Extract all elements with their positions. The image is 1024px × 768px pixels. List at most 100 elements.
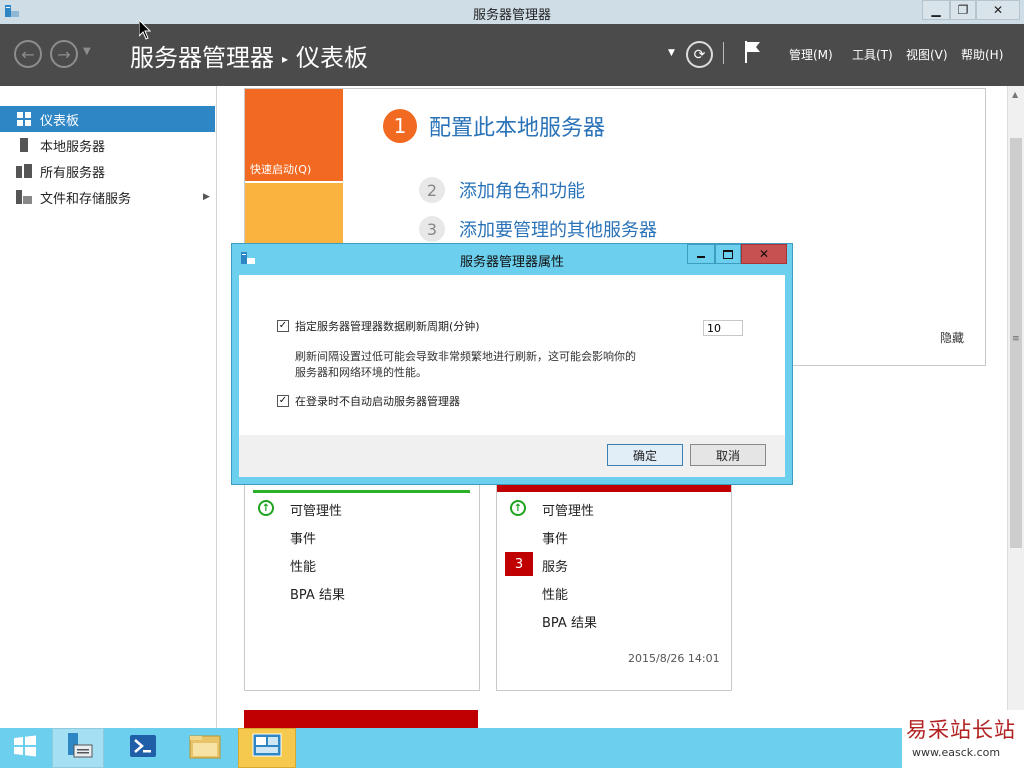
server-tile-card-2: ↑ 可管理性 事件 3 服务 性能 BPA 结果 2015/8/26 14:01 — [496, 476, 732, 691]
server-tile-card-1: ↑ 可管理性 事件 性能 BPA 结果 — [244, 476, 480, 691]
step-number-badge: 3 — [419, 216, 445, 242]
menu-tools[interactable]: 工具(T) — [852, 46, 893, 63]
step-add-roles-features[interactable]: 2 添加角色和功能 — [419, 177, 585, 203]
expand-arrow-icon[interactable]: ▶ — [203, 192, 210, 202]
quick-start-label: 快速启动(Q) — [250, 163, 312, 176]
dialog-maximize-button[interactable] — [715, 244, 741, 264]
step-label: 配置此本地服务器 — [429, 116, 606, 141]
storage-icon — [16, 189, 32, 205]
step-number-badge: 2 — [419, 177, 445, 203]
history-dropdown-icon[interactable]: ▼ — [83, 46, 91, 57]
taskbar-file-explorer[interactable] — [180, 728, 230, 768]
start-button[interactable] — [0, 728, 50, 768]
minimize-button[interactable]: ▁ — [922, 0, 950, 20]
server-manager-icon — [62, 731, 94, 765]
folder-icon — [189, 733, 221, 763]
mouse-cursor-icon — [138, 18, 152, 44]
sidebar-item-file-storage[interactable]: 文件和存储服务 ▶ — [0, 184, 215, 210]
scroll-up-icon[interactable]: ▲ — [1012, 90, 1018, 99]
step-configure-local-server[interactable]: 1 配置此本地服务器 — [383, 109, 605, 143]
refresh-button[interactable]: ⟳ — [686, 41, 713, 68]
hide-link[interactable]: 隐藏 — [940, 329, 964, 346]
taskbar-control-panel[interactable] — [238, 728, 296, 768]
sidebar-item-all-servers[interactable]: 所有服务器 — [0, 158, 215, 184]
tile-row-manageability[interactable]: 可管理性 — [290, 500, 342, 519]
dialog-body: ✓ 指定服务器管理器数据刷新周期(分钟) 刷新间隔设置过低可能会导致非常频繁地进… — [239, 275, 785, 435]
whats-new-tile[interactable] — [245, 183, 343, 247]
server-tile-card-3-header — [244, 710, 478, 728]
scroll-thumb-grip-icon: ≡ — [1012, 334, 1020, 344]
close-icon: ✕ — [758, 247, 770, 261]
menu-manage[interactable]: 管理(M) — [789, 46, 833, 63]
manageability-ok-icon: ↑ — [510, 500, 526, 516]
step-number-badge: 1 — [383, 109, 417, 143]
server-icon — [16, 137, 32, 153]
maximize-icon — [723, 249, 733, 259]
sidebar-item-dashboard[interactable]: 仪表板 — [0, 106, 215, 132]
tile-row-manageability[interactable]: 可管理性 — [542, 500, 594, 519]
sidebar-item-label: 所有服务器 — [40, 165, 106, 181]
tile-row-bpa-results[interactable]: BPA 结果 — [542, 612, 597, 631]
control-panel-icon — [252, 733, 282, 763]
sidebar-item-label: 文件和存储服务 — [40, 191, 132, 207]
back-button[interactable]: ← — [14, 40, 42, 68]
tile-row-performance[interactable]: 性能 — [542, 584, 568, 603]
menu-view[interactable]: 视图(V) — [906, 46, 948, 63]
dialog-footer: 确定 取消 — [239, 435, 785, 477]
tile-status-bar — [253, 490, 470, 493]
watermark-title: 易采站长站 — [906, 718, 1016, 742]
menu-help[interactable]: 帮助(H) — [961, 46, 1003, 63]
restore-button[interactable]: ❐ — [950, 0, 976, 20]
properties-dialog: 服务器管理器属性 ✕ ✓ 指定服务器管理器数据刷新周期(分钟) 刷新间隔设置过低… — [231, 243, 793, 485]
breadcrumb-current: 仪表板 — [296, 44, 369, 72]
cancel-button[interactable]: 取消 — [690, 444, 766, 466]
tile-row-bpa-results[interactable]: BPA 结果 — [290, 584, 345, 603]
windows-logo-icon — [13, 734, 37, 762]
refresh-period-input[interactable] — [703, 320, 743, 336]
sidebar: 仪表板 本地服务器 所有服务器 文件和存储服务 ▶ — [0, 86, 217, 728]
ok-button[interactable]: 确定 — [607, 444, 683, 466]
separator — [723, 42, 724, 64]
sidebar-item-label: 仪表板 — [40, 113, 80, 129]
watermark-url: www.easck.com — [912, 746, 1001, 759]
tile-row-services[interactable]: 服务 — [542, 556, 568, 575]
servers-icon — [16, 163, 32, 179]
step-label: 添加角色和功能 — [459, 181, 585, 202]
step-label: 添加要管理的其他服务器 — [459, 220, 657, 241]
quick-start-tile[interactable]: 快速启动(Q) — [245, 89, 343, 181]
nav-header: ← → ▼ 服务器管理器 ▸ 仪表板 ▼ ⟳ 管理(M) 工具(T) 视图(V) 帮… — [0, 24, 1024, 86]
dropdown-icon[interactable]: ▼ — [668, 48, 675, 58]
powershell-icon — [130, 735, 156, 761]
taskbar: 易采站长站 www.easck.com — [0, 710, 1024, 768]
breadcrumb-root[interactable]: 服务器管理器 — [130, 44, 274, 72]
dialog-close-button[interactable]: ✕ — [741, 244, 787, 264]
tile-row-performance[interactable]: 性能 — [290, 556, 316, 575]
taskbar-powershell[interactable] — [118, 728, 168, 768]
window-title: 服务器管理器 — [472, 8, 551, 23]
step-add-servers[interactable]: 3 添加要管理的其他服务器 — [419, 216, 657, 242]
notifications-flag-icon[interactable] — [744, 40, 762, 68]
sidebar-item-local-server[interactable]: 本地服务器 — [0, 132, 215, 158]
forward-button[interactable]: → — [50, 40, 78, 68]
sidebar-item-label: 本地服务器 — [40, 139, 106, 155]
refresh-period-label: 指定服务器管理器数据刷新周期(分钟) — [295, 320, 480, 333]
vertical-scrollbar[interactable]: ▲ ≡ — [1007, 86, 1024, 728]
tile-timestamp: 2015/8/26 14:01 — [628, 652, 720, 665]
watermark: 易采站长站 www.easck.com — [902, 710, 1024, 768]
close-button[interactable]: ✕ — [976, 0, 1020, 20]
tile-row-events[interactable]: 事件 — [542, 528, 568, 547]
refresh-period-note-line1: 刷新间隔设置过低可能会导致非常频繁地进行刷新，这可能会影响你的 — [295, 350, 636, 363]
refresh-icon: ⟳ — [693, 46, 706, 63]
no-autostart-label: 在登录时不自动启动服务器管理器 — [295, 395, 460, 408]
services-alert-badge: 3 — [505, 552, 533, 576]
breadcrumb-separator-icon: ▸ — [282, 52, 289, 66]
arrow-left-icon: ← — [21, 44, 35, 64]
tile-row-events[interactable]: 事件 — [290, 528, 316, 547]
taskbar-server-manager[interactable] — [52, 728, 104, 768]
no-autostart-checkbox[interactable]: ✓ — [277, 395, 289, 407]
arrow-right-icon: → — [57, 44, 71, 64]
dialog-minimize-button[interactable] — [687, 244, 715, 264]
window-titlebar: 服务器管理器 ▁ ❐ ✕ — [0, 0, 1024, 24]
dashboard-icon — [16, 111, 32, 127]
refresh-period-checkbox[interactable]: ✓ — [277, 320, 289, 332]
